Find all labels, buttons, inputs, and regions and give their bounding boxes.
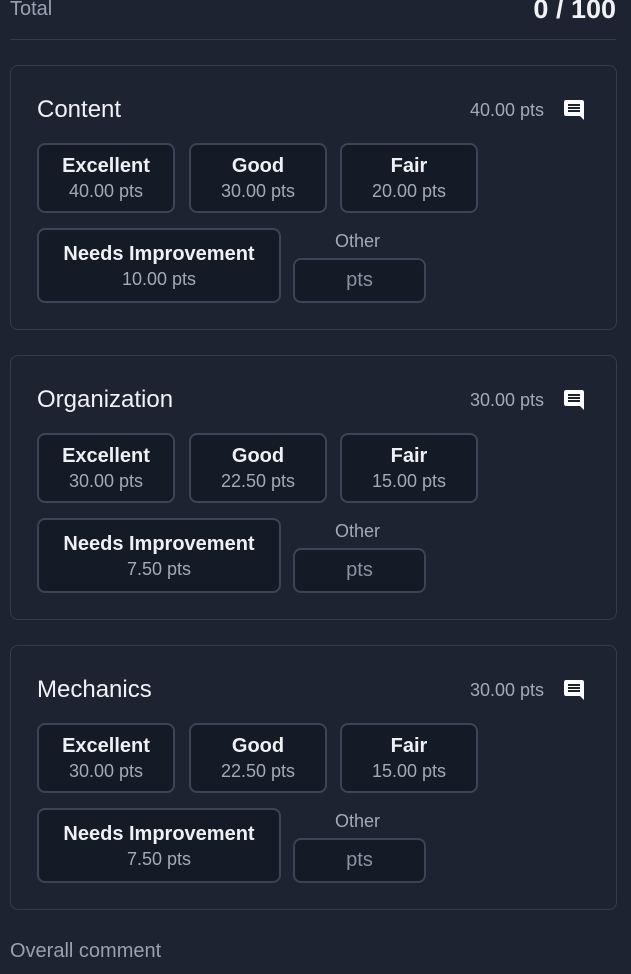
rating-name: Needs Improvement: [63, 822, 255, 845]
rating-fair-button[interactable]: Fair 15.00 pts: [340, 723, 478, 793]
criterion-card-organization: Organization 30.00 pts Excellent 30.00 p…: [10, 355, 617, 620]
rating-name: Fair: [390, 735, 428, 757]
rating-points: 10.00 pts: [121, 268, 197, 289]
comment-icon: [564, 390, 584, 410]
other-label: Other: [335, 811, 381, 831]
other-label: Other: [335, 521, 381, 541]
rating-points: 22.50 pts: [220, 471, 296, 491]
rating-good-button[interactable]: Good 30.00 pts: [189, 143, 327, 213]
total-label: Total: [10, 0, 53, 20]
comment-icon: [564, 100, 584, 120]
rating-name: Good: [231, 155, 285, 177]
rating-points: 22.50 pts: [220, 761, 296, 781]
rating-points: 15.00 pts: [371, 761, 447, 781]
other-points-input[interactable]: [293, 548, 426, 593]
rating-name: Fair: [390, 445, 428, 467]
rating-name: Needs Improvement: [63, 242, 255, 265]
rating-needs-improvement-button[interactable]: Needs Improvement 10.00 pts: [37, 228, 281, 303]
rating-name: Excellent: [62, 155, 150, 177]
rating-fair-button[interactable]: Fair 20.00 pts: [340, 143, 478, 213]
rating-needs-improvement-button[interactable]: Needs Improvement 7.50 pts: [37, 808, 281, 883]
comment-button[interactable]: [560, 386, 588, 414]
rating-points: 30.00 pts: [220, 181, 296, 201]
criterion-title: Organization: [37, 386, 174, 413]
rating-name: Good: [231, 445, 285, 467]
rating-points: 20.00 pts: [371, 181, 447, 201]
other-label: Other: [335, 231, 381, 251]
criterion-title: Mechanics: [37, 676, 152, 703]
criterion-title: Content: [37, 96, 122, 123]
rating-points: 7.50 pts: [126, 558, 192, 579]
rating-excellent-button[interactable]: Excellent 40.00 pts: [37, 143, 175, 213]
criterion-card-content: Content 40.00 pts Excellent 40.00 pts Go…: [10, 65, 617, 330]
rating-name: Needs Improvement: [63, 532, 255, 555]
rating-name: Good: [231, 735, 285, 757]
other-points-input[interactable]: [293, 838, 426, 883]
rating-name: Excellent: [62, 445, 150, 467]
other-points-input[interactable]: [293, 258, 426, 303]
rubric-panel: Total 0 / 100 Content 40.00 pts Excellen…: [0, 0, 631, 974]
overall-comment-label: Overall comment: [10, 940, 162, 962]
comment-icon: [564, 680, 584, 700]
rating-name: Excellent: [62, 735, 150, 757]
rating-needs-improvement-button[interactable]: Needs Improvement 7.50 pts: [37, 518, 281, 593]
criterion-points: 30.00 pts: [469, 390, 544, 410]
rating-good-button[interactable]: Good 22.50 pts: [189, 433, 327, 503]
rating-good-button[interactable]: Good 22.50 pts: [189, 723, 327, 793]
total-value: 0 / 100: [533, 0, 616, 24]
criterion-points: 40.00 pts: [469, 100, 544, 120]
rating-points: 40.00 pts: [68, 181, 144, 201]
rating-excellent-button[interactable]: Excellent 30.00 pts: [37, 433, 175, 503]
rating-points: 15.00 pts: [371, 471, 447, 491]
rating-points: 30.00 pts: [68, 761, 144, 781]
rating-points: 7.50 pts: [126, 848, 192, 869]
rating-points: 30.00 pts: [68, 471, 144, 491]
total-row: Total 0 / 100: [10, 0, 616, 40]
criterion-points: 30.00 pts: [469, 680, 544, 700]
rating-name: Fair: [390, 155, 428, 177]
rating-fair-button[interactable]: Fair 15.00 pts: [340, 433, 478, 503]
rating-excellent-button[interactable]: Excellent 30.00 pts: [37, 723, 175, 793]
criterion-card-mechanics: Mechanics 30.00 pts Excellent 30.00 pts …: [10, 645, 617, 910]
comment-button[interactable]: [560, 676, 588, 704]
comment-button[interactable]: [560, 96, 588, 124]
